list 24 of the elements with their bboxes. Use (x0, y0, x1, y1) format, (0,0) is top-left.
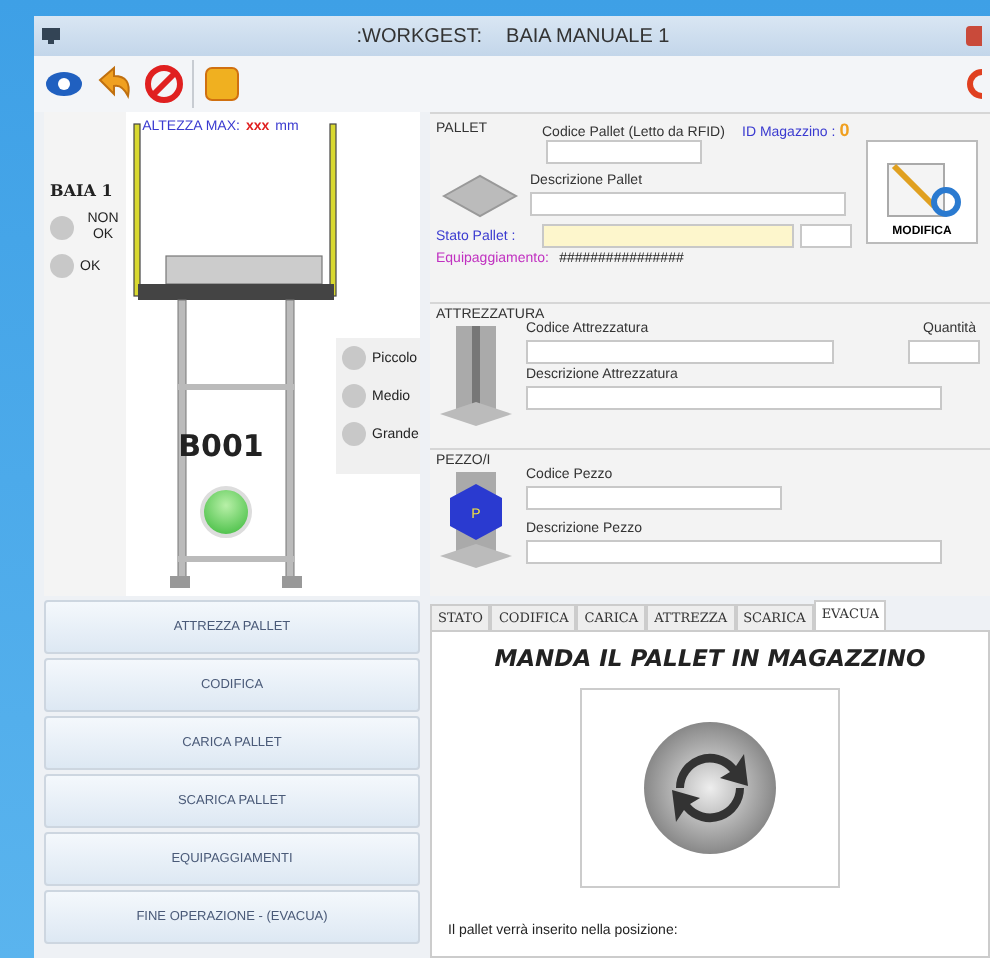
panel-heading: MANDA IL PALLET IN MAGAZZINO (494, 644, 926, 672)
bay-label: BAIA 1 (50, 180, 113, 200)
tooling-code-field[interactable] (526, 340, 834, 364)
radio-button[interactable] (342, 346, 366, 370)
state-code-field[interactable] (800, 224, 852, 248)
app-name: :WORKGEST: (356, 25, 483, 47)
refresh-icon (640, 718, 780, 858)
monitor-icon (42, 28, 60, 44)
fixture-tower-icon (436, 322, 516, 430)
notepad-gear-icon (882, 158, 962, 222)
pallet-description-field[interactable] (530, 191, 846, 215)
no-entry-icon[interactable] (142, 62, 186, 106)
piece-code-field[interactable] (526, 486, 782, 510)
radio-button[interactable] (342, 384, 366, 408)
quantity-field[interactable] (908, 340, 980, 364)
pallet-state-field[interactable] (542, 224, 794, 248)
pallet-code-field[interactable] (546, 140, 702, 164)
close-button[interactable] (966, 26, 982, 46)
bay-code: B001 (178, 428, 264, 464)
window-title: BAIA MANUALE 1 (506, 25, 670, 47)
id-value: 0 (839, 119, 850, 139)
piece-description-field[interactable] (526, 540, 942, 564)
radio-button[interactable] (342, 422, 366, 446)
tooling-description-field[interactable] (526, 386, 942, 410)
